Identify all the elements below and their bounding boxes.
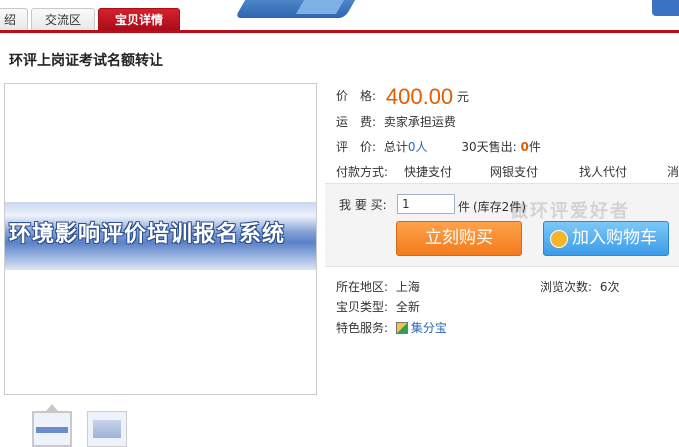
service-label: 特色服务: xyxy=(336,321,389,335)
quantity-input[interactable] xyxy=(397,194,455,214)
service-row: 特色服务: 集分宝 xyxy=(336,319,447,336)
payment-proxy: 找人代付 xyxy=(579,165,628,179)
thumbnail-pointer xyxy=(46,404,58,411)
sold-label: 30天售出: xyxy=(461,140,517,154)
location-value: 上海 xyxy=(395,280,420,294)
reviews-label: 评 价: xyxy=(336,140,377,154)
purchase-box: 做环评爱好者 我 要 买: 件 (库存2件) 立刻购买 加入购物车 xyxy=(325,183,679,267)
shipping-value: 卖家承担运费 xyxy=(383,115,456,129)
add-to-cart-label: 加入购物车 xyxy=(572,228,657,248)
cart-icon xyxy=(550,230,568,248)
jifenbao-icon xyxy=(395,322,408,334)
price-label: 价 格: xyxy=(336,89,377,103)
shipping-label: 运 费: xyxy=(336,115,377,129)
type-row: 宝贝类型: 全新 xyxy=(336,298,420,315)
views-value: 6次 xyxy=(599,280,620,294)
views-label: 浏览次数: xyxy=(540,280,593,294)
views-row: 浏览次数: 6次 xyxy=(540,278,620,295)
product-image: 环境影响评价培训报名系统 xyxy=(4,83,317,395)
payment-label: 付款方式: xyxy=(336,165,389,179)
reviews-total-link[interactable]: 0人 xyxy=(408,140,428,154)
reviews-total-prefix: 总计 xyxy=(383,140,408,154)
payment-quick: 快捷支付 xyxy=(404,165,453,179)
product-image-text: 环境影响评价培训报名系统 xyxy=(9,222,286,247)
price-row: 价 格: 400.00 元 xyxy=(336,84,469,110)
tab-underline xyxy=(0,30,679,33)
type-label: 宝贝类型: xyxy=(336,300,389,314)
stock-text: (库存2件) xyxy=(473,200,526,214)
location-row: 所在地区: 上海 xyxy=(336,278,420,295)
tab-item-details[interactable]: 宝贝详情 xyxy=(98,8,180,30)
tab-intro[interactable]: 绍 xyxy=(0,8,28,30)
payment-bank: 网银支付 xyxy=(490,165,539,179)
banner-decoration-light xyxy=(295,0,345,14)
tab-discussion[interactable]: 交流区 xyxy=(31,8,95,30)
service-link[interactable]: 集分宝 xyxy=(395,321,447,335)
service-value: 集分宝 xyxy=(410,321,447,335)
quantity-label: 我 要 买: xyxy=(339,198,387,212)
payment-row: 付款方式: 快捷支付 网银支付 找人代付 消 xyxy=(336,163,679,180)
payment-more: 消 xyxy=(667,165,679,179)
quantity-unit: 件 xyxy=(458,200,471,214)
product-title: 环评上岗证考试名额转让 xyxy=(9,53,163,69)
sold-value: 0 xyxy=(520,140,529,154)
thumbnail-1[interactable] xyxy=(32,411,72,447)
shipping-row: 运 费: 卖家承担运费 xyxy=(336,113,456,130)
watermark: 做环评爱好者 xyxy=(510,201,630,222)
top-banner: 绍 交流区 宝贝详情 xyxy=(0,0,679,34)
add-to-cart-button[interactable]: 加入购物车 xyxy=(543,221,669,256)
thumbnail-2[interactable] xyxy=(87,411,127,447)
sold-unit: 件 xyxy=(528,140,541,154)
reviews-row: 评 价: 总计0人 30天售出: 0件 xyxy=(336,138,541,155)
price-unit: 元 xyxy=(457,90,470,104)
banner-decoration-right xyxy=(652,0,679,16)
buy-now-button[interactable]: 立刻购买 xyxy=(396,221,522,256)
type-value: 全新 xyxy=(395,300,420,314)
price-value: 400.00 xyxy=(385,84,454,109)
location-label: 所在地区: xyxy=(336,280,389,294)
product-image-banner: 环境影响评价培训报名系统 xyxy=(5,202,316,270)
